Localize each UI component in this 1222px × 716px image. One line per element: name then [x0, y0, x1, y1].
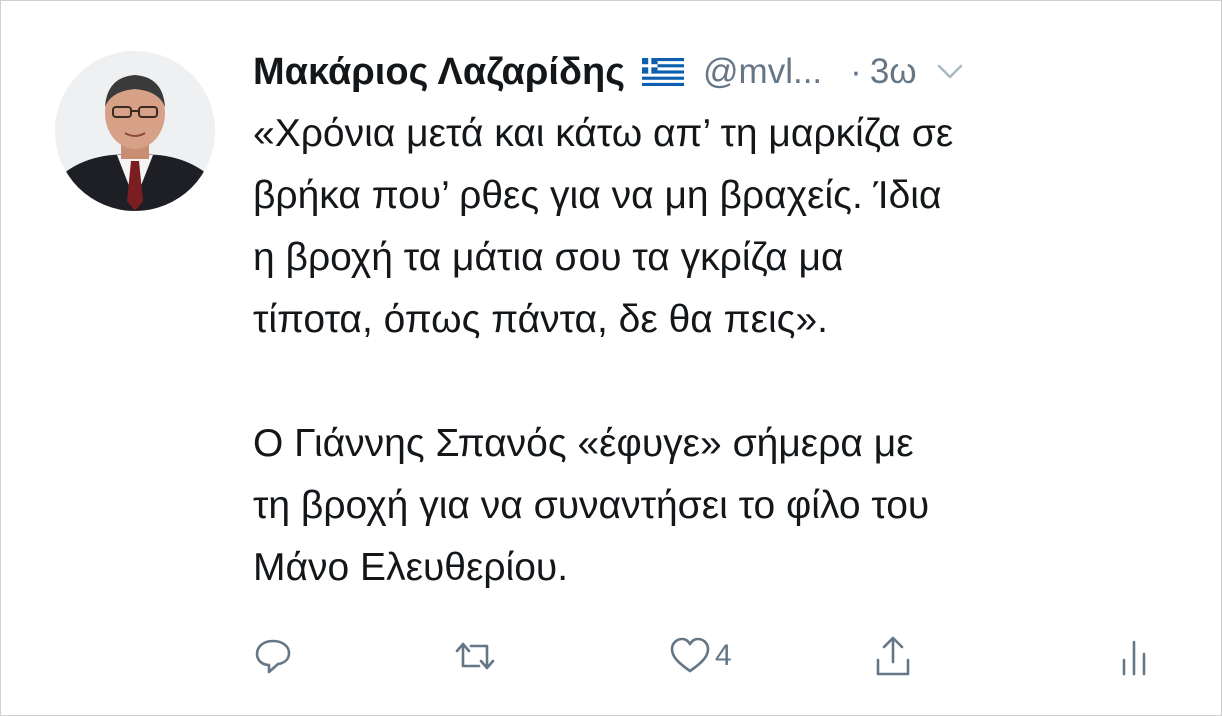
analytics-icon	[1119, 636, 1149, 676]
share-icon	[873, 634, 913, 678]
greek-flag-icon	[641, 58, 685, 86]
tweet-text: «Χρόνια μετά και κάτω απ’ τη μαρκίζα σε …	[253, 103, 1193, 599]
like-button[interactable]: 4	[669, 631, 732, 681]
tweet-text-line: Ο Γιάννης Σπανός «έφυγε» σήμερα με	[253, 422, 914, 465]
heart-icon	[669, 636, 711, 676]
avatar[interactable]	[55, 51, 215, 211]
tweet-card: Μακάριος Λαζαρίδης @mvl... · 3ω «Χρόνια …	[0, 0, 1222, 716]
username-handle[interactable]: @mvl...	[703, 52, 822, 92]
tweet-text-line: βρήκα που’ ρθες για να μη βραχείς. Ίδια	[253, 174, 942, 217]
tweet-content: Μακάριος Λαζαρίδης @mvl... · 3ω «Χρόνια …	[253, 41, 1193, 599]
display-name[interactable]: Μακάριος Λαζαρίδης	[253, 51, 625, 94]
tweet-actions: 4	[253, 631, 1173, 681]
separator-dot: ·	[850, 52, 862, 91]
tweet-text-line: «Χρόνια μετά και κάτω απ’ τη μαρκίζα σε	[253, 112, 954, 155]
chevron-down-icon[interactable]	[937, 63, 963, 81]
like-count: 4	[715, 639, 732, 672]
retweet-icon	[453, 636, 497, 676]
tweet-text-line: τίποτα, όπως πάντα, δε θα πεις».	[253, 298, 828, 341]
avatar-image	[55, 51, 215, 211]
tweet-text-line: Μάνο Ελευθερίου.	[253, 546, 569, 589]
share-button[interactable]	[873, 631, 913, 681]
reply-icon	[253, 636, 293, 676]
analytics-button[interactable]	[1119, 631, 1149, 681]
retweet-button[interactable]	[453, 631, 497, 681]
tweet-header: Μακάριος Λαζαρίδης @mvl... · 3ω	[253, 41, 1193, 103]
timestamp[interactable]: 3ω	[870, 52, 917, 92]
tweet-text-line: η βροχή τα μάτια σου τα γκρίζα μα	[253, 236, 844, 279]
tweet-text-line: τη βροχή για να συναντήσει το φίλο του	[253, 484, 930, 527]
reply-button[interactable]	[253, 631, 293, 681]
